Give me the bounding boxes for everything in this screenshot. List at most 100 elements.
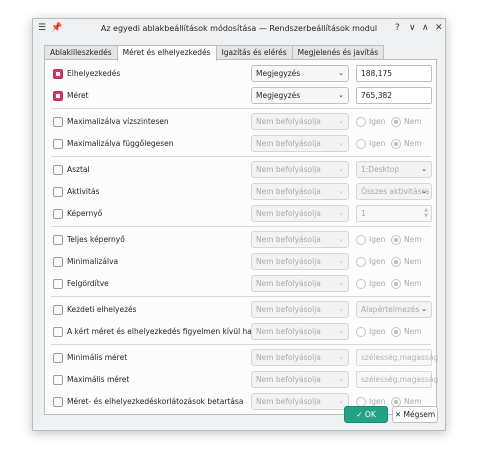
initial-placement-policy-select[interactable]: Nem befolyásolja ⌄ [251, 301, 349, 318]
chevron-down-icon: ⌄ [421, 187, 427, 195]
title-bar: ☰ 📌 Az egyedi ablakbeállítások módosítás… [33, 19, 445, 39]
min-size-input[interactable]: szélesség,magasság [356, 349, 438, 366]
desktop-checkbox[interactable] [53, 165, 63, 175]
shaded-policy-select[interactable]: Nem befolyásolja ⌄ [251, 275, 349, 292]
chevron-down-icon: ⌄ [338, 209, 344, 217]
row-size: Méret Megjegyzés ⌄ 765,382 [45, 87, 436, 105]
minimized-policy-select[interactable]: Nem befolyásolja ⌄ [251, 253, 349, 270]
fullscreen-no-label: Nem [404, 235, 422, 244]
fullscreen-checkbox[interactable] [53, 235, 63, 245]
ignore-geometry-policy-select[interactable]: Nem befolyásolja ⌄ [251, 323, 349, 340]
chevron-down-icon: ⌄ [338, 375, 344, 383]
obey-constraints-no-label: Nem [404, 397, 422, 406]
size-checkbox[interactable] [53, 91, 63, 101]
separator [51, 156, 431, 157]
shaded-yes-radio[interactable] [356, 279, 366, 289]
separator [51, 344, 431, 345]
shaded-no-radio[interactable] [391, 279, 401, 289]
close-button[interactable]: ✕ [435, 23, 443, 33]
activity-label: Aktivitás [67, 187, 100, 196]
minimized-checkbox[interactable] [53, 257, 63, 267]
max-size-input[interactable]: szélesség,magasság [356, 371, 438, 388]
tab-size-position[interactable]: Méret és elhelyezkedés [116, 45, 217, 61]
activity-policy-select[interactable]: Nem befolyásolja ⌄ [251, 183, 349, 200]
desktop-policy-select[interactable]: Nem befolyásolja ⌄ [251, 161, 349, 178]
min-size-label: Minimális méret [67, 353, 128, 362]
position-input[interactable]: 188,175 [356, 65, 432, 82]
separator [51, 226, 431, 227]
maximize-button[interactable]: ∧ [422, 23, 429, 33]
cancel-label: Mégsem [403, 410, 436, 419]
menu-icon[interactable]: ☰ [38, 23, 46, 33]
max-horizontal-no-radio[interactable] [391, 117, 401, 127]
shaded-yes-label: Igen [369, 279, 386, 288]
size-label: Méret [67, 91, 89, 100]
ignore-geometry-checkbox[interactable] [53, 327, 63, 337]
chevron-down-icon: ⌄ [338, 91, 344, 99]
screen-checkbox[interactable] [53, 209, 63, 219]
separator [51, 108, 431, 109]
row-initial-placement: Kezdeti elhelyezés Nem befolyásolja ⌄ Ala… [45, 301, 436, 319]
cancel-button[interactable]: ✕ Mégsem [392, 406, 438, 423]
shaded-checkbox[interactable] [53, 279, 63, 289]
minimized-yes-radio[interactable] [356, 257, 366, 267]
chevron-down-icon: ⌄ [338, 235, 344, 243]
size-input[interactable]: 765,382 [356, 87, 432, 104]
max-vertical-policy-select[interactable]: Nem befolyásolja ⌄ [251, 135, 349, 152]
min-size-policy-select[interactable]: Nem befolyásolja ⌄ [251, 349, 349, 366]
tab-arrangement-access[interactable]: Igazítás és elérés [215, 45, 293, 60]
chevron-down-icon: ⌄ [338, 139, 344, 147]
row-min-size: Minimális méret Nem befolyásolja ⌄ széles… [45, 349, 438, 367]
fullscreen-policy-select[interactable]: Nem befolyásolja ⌄ [251, 231, 349, 248]
ok-button[interactable]: ✓ OK [344, 406, 388, 423]
ignore-geometry-no-radio[interactable] [391, 327, 401, 337]
fullscreen-label: Teljes képernyő [67, 235, 125, 244]
size-policy-select[interactable]: Megjegyzés ⌄ [251, 87, 349, 104]
initial-placement-checkbox[interactable] [53, 305, 63, 315]
obey-constraints-label: Méret- és elhelyezkedéskorlátozások beta… [67, 397, 244, 406]
max-vertical-yes-radio[interactable] [356, 139, 366, 149]
position-policy-select[interactable]: Megjegyzés ⌄ [251, 65, 349, 82]
row-desktop: Asztal Nem befolyásolja ⌄ 1:Desktop ⌄ [45, 161, 436, 179]
min-size-checkbox[interactable] [53, 353, 63, 363]
minimized-no-radio[interactable] [391, 257, 401, 267]
obey-constraints-policy-select[interactable]: Nem befolyásolja ⌄ [251, 393, 349, 410]
chevron-down-icon: ⌄ [338, 257, 344, 265]
dialog-window: ☰ 📌 Az egyedi ablakbeállítások módosítás… [32, 18, 446, 431]
initial-placement-value-select[interactable]: Alapértelmezés ⌄ [356, 301, 432, 318]
spin-arrows-icon[interactable]: ▲ ▼ [424, 207, 428, 219]
max-size-checkbox[interactable] [53, 375, 63, 385]
ignore-geometry-yes-radio[interactable] [356, 327, 366, 337]
chevron-down-icon: ⌄ [338, 117, 344, 125]
chevron-down-icon: ⌄ [338, 305, 344, 313]
tab-window-matching[interactable]: Ablakilleszkedés [44, 45, 118, 60]
fullscreen-yes-radio[interactable] [356, 235, 366, 245]
max-vertical-no-radio[interactable] [391, 139, 401, 149]
tab-appearance-fixes[interactable]: Megjelenés és javítás [291, 45, 385, 60]
max-horizontal-checkbox[interactable] [53, 117, 63, 127]
max-horizontal-policy-select[interactable]: Nem befolyásolja ⌄ [251, 113, 349, 130]
fullscreen-yes-label: Igen [369, 235, 386, 244]
screen-label: Képernyő [67, 209, 103, 218]
desktop-value-select[interactable]: 1:Desktop ⌄ [356, 161, 432, 178]
max-size-policy-select[interactable]: Nem befolyásolja ⌄ [251, 371, 349, 388]
screen-policy-select[interactable]: Nem befolyásolja ⌄ [251, 205, 349, 222]
settings-panel: Elhelyezkedés Megjegyzés ⌄ 188,175 Méret … [44, 59, 438, 415]
row-max-size: Maximális méret Nem befolyásolja ⌄ széles… [45, 371, 438, 389]
max-horizontal-yes-radio[interactable] [356, 117, 366, 127]
obey-constraints-checkbox[interactable] [53, 397, 63, 407]
close-icon: ✕ [394, 410, 402, 419]
activity-value-select[interactable]: Összes aktivitásra ⌄ [356, 183, 432, 200]
initial-placement-label: Kezdeti elhelyezés [67, 305, 137, 314]
row-screen: Képernyő Nem befolyásolja ⌄ 1 ▲ ▼ [45, 205, 436, 223]
activity-checkbox[interactable] [53, 187, 63, 197]
row-max-vertical: Maximalizálva függőlegesen Nem befolyáso… [45, 135, 436, 153]
minimize-button[interactable]: ∨ [409, 23, 416, 33]
window-title: Az egyedi ablakbeállítások módosítása — … [100, 24, 378, 33]
fullscreen-no-radio[interactable] [391, 235, 401, 245]
screen-spinbox[interactable]: 1 ▲ ▼ [356, 205, 432, 222]
position-checkbox[interactable] [53, 69, 63, 79]
max-vertical-checkbox[interactable] [53, 139, 63, 149]
help-button[interactable]: ? [395, 23, 400, 33]
pin-icon[interactable]: 📌 [51, 23, 62, 33]
